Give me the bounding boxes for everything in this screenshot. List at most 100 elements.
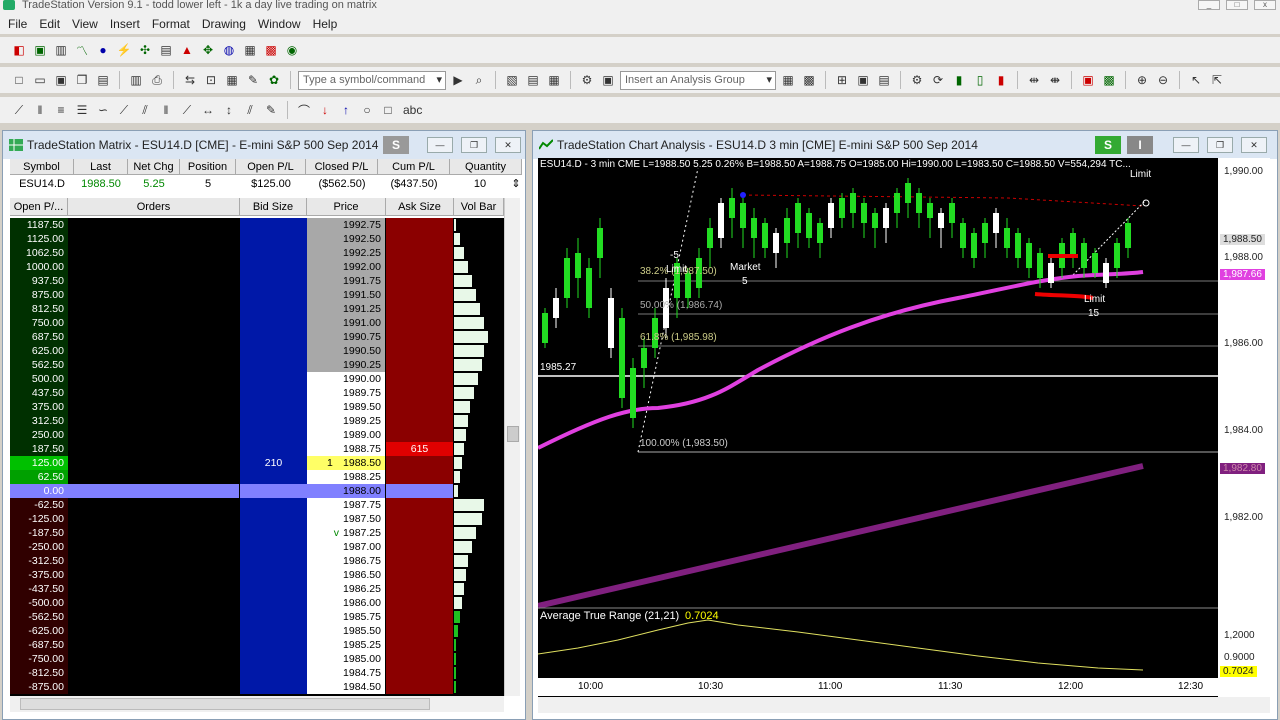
trendline-icon[interactable]: ⟋: [10, 101, 28, 119]
row-orders-cell[interactable]: [68, 218, 239, 232]
row-ask-cell[interactable]: [386, 274, 453, 288]
row-orders-cell[interactable]: [68, 652, 239, 666]
symbol-input[interactable]: Type a symbol/command: [298, 70, 446, 90]
template-icon[interactable]: ▩: [1100, 71, 1118, 89]
app-time-icon[interactable]: ◍: [220, 41, 238, 59]
app-matrix-icon[interactable]: ▥: [52, 41, 70, 59]
row-price-cell[interactable]: 1990.00: [307, 372, 385, 386]
link-icon[interactable]: ⇆: [181, 71, 199, 89]
ladder-row[interactable]: 812.50 1991.25: [10, 302, 504, 316]
fibonacci-icon[interactable]: ‖: [31, 101, 49, 119]
ladder-row[interactable]: 500.00 1990.00: [10, 372, 504, 386]
ladder-horizontal-scrollbar[interactable]: [10, 696, 504, 712]
row-price-cell[interactable]: 1986.00: [307, 596, 385, 610]
menu-file[interactable]: File: [2, 14, 33, 34]
bar-chart-icon[interactable]: ▮: [950, 71, 968, 89]
row-price-cell[interactable]: 1984.75: [307, 666, 385, 680]
ladder-row[interactable]: -437.50 1986.25: [10, 582, 504, 596]
row-orders-cell[interactable]: [68, 344, 239, 358]
target-handle[interactable]: [1142, 199, 1150, 207]
row-bid-cell[interactable]: [240, 260, 307, 274]
row-orders-cell[interactable]: [68, 372, 239, 386]
pen-icon[interactable]: ✎: [262, 101, 280, 119]
minimize-button[interactable]: _: [1198, 0, 1220, 10]
row-price-cell[interactable]: 1986.25: [307, 582, 385, 596]
row-bid-cell[interactable]: [240, 582, 307, 596]
vline-icon[interactable]: ‖: [157, 101, 175, 119]
matrix-restore-button[interactable]: ❐: [461, 137, 487, 153]
candle-icon[interactable]: ▯: [971, 71, 989, 89]
analysis-group-select[interactable]: Insert an Analysis Group: [620, 70, 776, 90]
row-orders-cell[interactable]: [68, 386, 239, 400]
row-orders-cell[interactable]: [68, 596, 239, 610]
row-orders-cell[interactable]: [68, 414, 239, 428]
app-hotlist-icon[interactable]: ▲: [178, 41, 196, 59]
menu-window[interactable]: Window: [252, 14, 307, 34]
row-bid-cell[interactable]: [240, 498, 307, 512]
row-ask-cell[interactable]: [386, 526, 453, 540]
row-ask-cell[interactable]: [386, 484, 453, 498]
row-bid-cell[interactable]: [240, 218, 307, 232]
ladder-vertical-scrollbar[interactable]: [504, 198, 520, 696]
row-orders-cell[interactable]: [68, 302, 239, 316]
matrix-minimize-button[interactable]: —: [427, 137, 453, 153]
ladder-row[interactable]: -687.50 1985.25: [10, 638, 504, 652]
row-orders-cell[interactable]: [68, 638, 239, 652]
row-bid-cell[interactable]: [240, 428, 307, 442]
row-orders-cell[interactable]: [68, 484, 239, 498]
zoom-in-icon[interactable]: ⊕: [1133, 71, 1151, 89]
summary-quantity[interactable]: 10: [450, 176, 510, 192]
color-scheme-icon[interactable]: ▣: [1079, 71, 1097, 89]
expand-icon[interactable]: ⇼: [1046, 71, 1064, 89]
app-globe-icon[interactable]: ●: [94, 41, 112, 59]
compress-icon[interactable]: ⇹: [1025, 71, 1043, 89]
chart-close-button[interactable]: ✕: [1241, 137, 1267, 153]
gann-icon[interactable]: ⫽: [136, 101, 154, 119]
row-bid-cell[interactable]: [240, 302, 307, 316]
row-ask-cell[interactable]: [386, 302, 453, 316]
row-ask-cell[interactable]: 615: [386, 442, 453, 456]
row-orders-cell[interactable]: [68, 540, 239, 554]
row-bid-cell[interactable]: [240, 344, 307, 358]
row-price-cell[interactable]: 1985.50: [307, 624, 385, 638]
window-icon[interactable]: ▣: [854, 71, 872, 89]
row-bid-cell[interactable]: [240, 624, 307, 638]
row-orders-cell[interactable]: [68, 512, 239, 526]
row-price-cell[interactable]: 1989.50: [307, 400, 385, 414]
candle-red-icon[interactable]: ▮: [992, 71, 1010, 89]
ladder-row[interactable]: 1000.00 1992.00: [10, 260, 504, 274]
analysis-icon[interactable]: ▦: [779, 71, 797, 89]
ladder-row[interactable]: 250.00 1989.00: [10, 428, 504, 442]
row-orders-cell[interactable]: [68, 358, 239, 372]
row-ask-cell[interactable]: [386, 652, 453, 666]
price-axis[interactable]: 1,990.00 1,988.50 1,988.00 1,987.66 1,98…: [1218, 158, 1270, 698]
row-orders-cell[interactable]: [68, 526, 239, 540]
row-price-cell[interactable]: 1989.75: [307, 386, 385, 400]
layout-icon[interactable]: ▧: [503, 71, 521, 89]
open-icon[interactable]: ▭: [31, 71, 49, 89]
row-ask-cell[interactable]: [386, 330, 453, 344]
row-bid-cell[interactable]: [240, 526, 307, 540]
row-price-cell[interactable]: 1989.00: [307, 428, 385, 442]
row-price-cell[interactable]: 1988.75: [307, 442, 385, 456]
new-icon[interactable]: □: [10, 71, 28, 89]
down-arrow-icon[interactable]: ↓: [316, 101, 334, 119]
row-ask-cell[interactable]: [386, 470, 453, 484]
row-ask-cell[interactable]: [386, 512, 453, 526]
copy-icon[interactable]: ❐: [73, 71, 91, 89]
row-ask-cell[interactable]: [386, 624, 453, 638]
rectangle-icon[interactable]: □: [379, 101, 397, 119]
row-ask-cell[interactable]: [386, 260, 453, 274]
time-axis[interactable]: 10:00 10:30 11:00 11:30 12:00 12:30: [538, 678, 1218, 696]
row-price-cell[interactable]: v 1987.25: [307, 526, 385, 540]
row-ask-cell[interactable]: [386, 554, 453, 568]
row-ask-cell[interactable]: [386, 414, 453, 428]
color-icon[interactable]: ✿: [265, 71, 283, 89]
settings-icon[interactable]: ⚙: [908, 71, 926, 89]
row-orders-cell[interactable]: [68, 274, 239, 288]
row-ask-cell[interactable]: [386, 316, 453, 330]
row-bid-cell[interactable]: [240, 610, 307, 624]
row-orders-cell[interactable]: [68, 330, 239, 344]
row-bid-cell[interactable]: [240, 512, 307, 526]
ladder-row[interactable]: 0.00 1988.00: [10, 484, 504, 498]
